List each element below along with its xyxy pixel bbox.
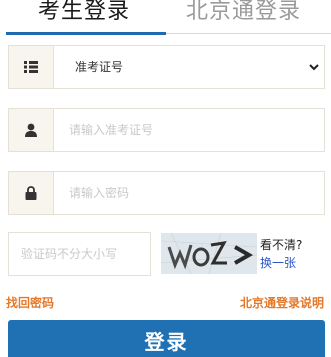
id-number-input[interactable]: 请输入准考证号 xyxy=(8,108,325,152)
id-type-selected-value: 准考证号 xyxy=(75,60,124,74)
forgot-password-link[interactable]: 找回密码 xyxy=(6,295,54,311)
id-number-placeholder: 请输入准考证号 xyxy=(69,123,154,137)
captcha-placeholder: 验证码不分大小写 xyxy=(21,247,118,261)
password-placeholder: 请输入密码 xyxy=(69,186,130,200)
captcha-unclear-text: 看不清? xyxy=(260,238,303,252)
login-tabs: 考生登录 北京通登录 xyxy=(0,0,331,36)
password-input[interactable]: 请输入密码 xyxy=(8,171,325,215)
captcha-image[interactable] xyxy=(161,233,257,274)
lock-icon xyxy=(9,172,54,214)
tab-candidate-login[interactable]: 考生登录 xyxy=(38,0,130,30)
id-type-select[interactable]: 准考证号 xyxy=(8,45,325,89)
tab-divider xyxy=(166,33,331,34)
user-icon xyxy=(9,109,54,151)
login-panel: 考生登录 北京通登录 准考证号 请输入准考证号 请输入密码 验证码不分大小写 看… xyxy=(0,0,331,357)
tab-beijingtong-login[interactable]: 北京通登录 xyxy=(186,0,301,30)
active-tab-indicator xyxy=(6,32,166,35)
login-button[interactable]: 登录 xyxy=(8,320,325,357)
captcha-help: 看不清? 换一张 xyxy=(260,236,302,272)
auxiliary-links: 找回密码 北京通登录说明 xyxy=(6,295,328,311)
captcha-refresh-link[interactable]: 换一张 xyxy=(260,254,302,272)
list-icon xyxy=(9,46,54,88)
captcha-input[interactable]: 验证码不分大小写 xyxy=(8,232,151,276)
chevron-down-icon xyxy=(309,64,319,71)
beijingtong-help-link[interactable]: 北京通登录说明 xyxy=(240,295,324,311)
